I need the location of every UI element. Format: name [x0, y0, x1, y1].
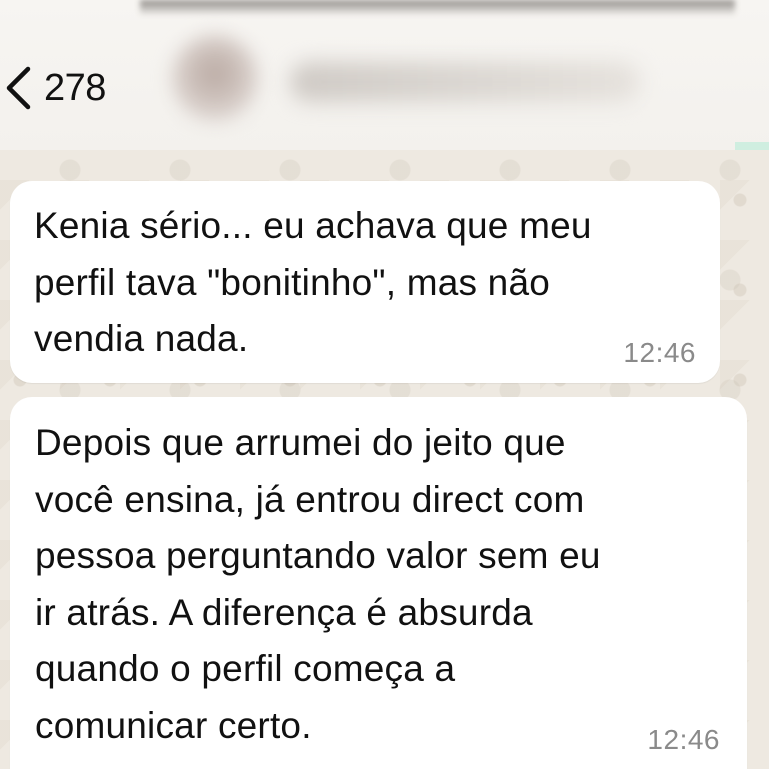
message-bubble[interactable]: Kenia sério... eu achava que meu perfil …	[10, 181, 720, 383]
message-bubble[interactable]: Depois que arrumei do jeito que você ens…	[10, 397, 747, 769]
chat-header: 278	[0, 0, 769, 150]
unread-count: 278	[44, 66, 106, 109]
message-text: Depois que arrumei do jeito que você ens…	[35, 422, 601, 746]
message-text: Kenia sério... eu achava que meu perfil …	[34, 205, 592, 359]
contact-name-blurred[interactable]	[290, 62, 640, 102]
contact-avatar[interactable]	[172, 35, 258, 121]
chevron-left-icon	[2, 65, 34, 111]
header-accent-strip	[735, 142, 769, 150]
message-time: 12:46	[623, 337, 696, 368]
header-shadow	[140, 0, 735, 16]
back-button[interactable]: 278	[2, 58, 106, 118]
message-time: 12:46	[647, 724, 720, 755]
